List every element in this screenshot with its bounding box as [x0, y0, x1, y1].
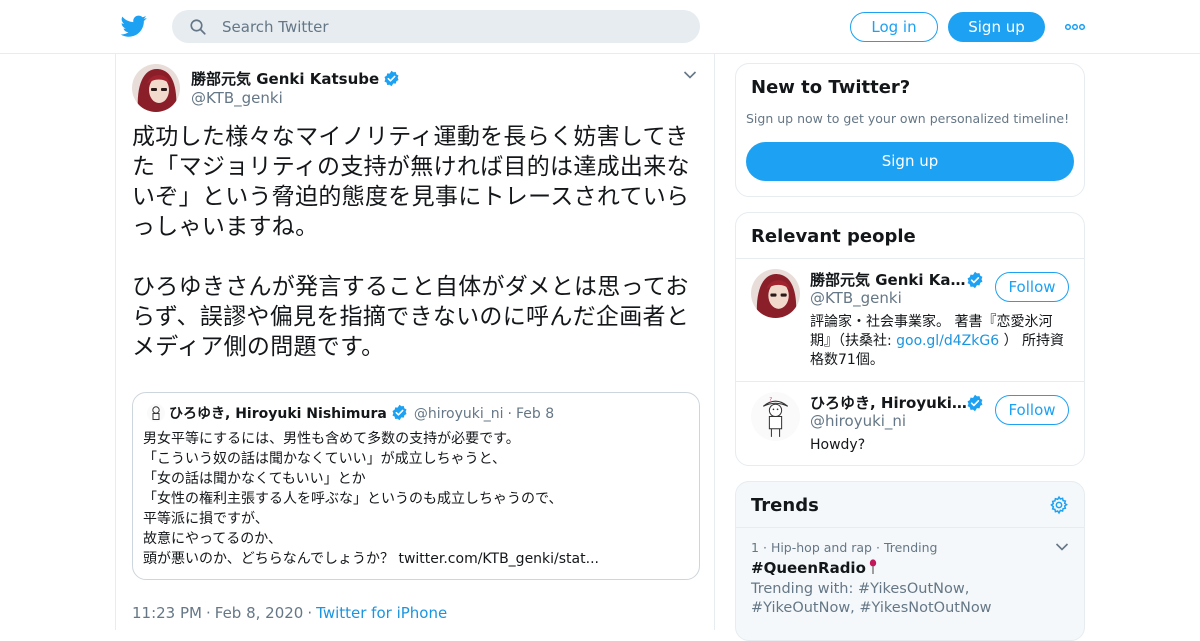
trend-hashtag[interactable]: #QueenRadio [751, 559, 866, 577]
tweet-time[interactable]: 11:23 PM [132, 604, 202, 622]
quoted-avatar [147, 404, 165, 422]
verified-badge-icon [967, 394, 983, 412]
separator-dot: · [507, 406, 512, 422]
author-name-text[interactable]: 勝部元気 Genki Katsube [191, 70, 379, 88]
person-bio: 評論家・社会事業家。 著書『恋愛氷河期』（扶桑社: goo.gl/d4ZkG6 … [810, 313, 1070, 370]
quoted-author-handle: @hiroyuki_ni [413, 406, 504, 422]
avatar[interactable]: ? [751, 392, 800, 441]
microphone-icon [869, 559, 877, 574]
tweet-author-handle[interactable]: @KTB_genki [191, 89, 283, 107]
follow-button[interactable]: Follow [995, 272, 1069, 302]
trend-meta: 1 · Hip-hop and rap · Trending [751, 540, 938, 555]
quoted-tweet-header: ひろゆき, Hiroyuki Nishimura @hiroyuki_ni · Fe… [147, 403, 554, 423]
bio-link[interactable]: goo.gl/d4ZkG6 [896, 333, 999, 349]
verified-badge-icon [392, 404, 407, 421]
verified-badge-icon [384, 70, 399, 87]
quoted-tweet[interactable]: ひろゆき, Hiroyuki Nishimura @hiroyuki_ni · Fe… [132, 392, 700, 580]
separator-dot: · [307, 604, 313, 622]
avatar[interactable] [751, 269, 800, 318]
trend-rank: 1 [751, 540, 759, 555]
trend-status: Trending [883, 540, 938, 555]
chevron-down-icon[interactable] [1055, 542, 1069, 552]
search-icon [190, 19, 206, 35]
tweet-text: 成功した様々なマイノリティ運動を長らく妨害してきた「マジョリティの支持が無ければ… [132, 124, 690, 360]
person-bio: Howdy? [810, 437, 866, 453]
tweet-date[interactable]: Feb 8, 2020 [215, 604, 304, 622]
trend-category: Hip-hop and rap [770, 540, 872, 555]
trend-trending-with: Trending with: #YikesOutNow, #YikeOutNow… [751, 581, 992, 616]
svg-text:?: ? [769, 397, 772, 403]
tweet-source-link[interactable]: Twitter for iPhone [316, 604, 447, 622]
person-handle[interactable]: @KTB_genki [810, 289, 902, 307]
new-to-twitter-title: New to Twitter? [751, 77, 911, 98]
author-avatar-image [132, 64, 180, 112]
relevant-people-card: Relevant people 勝部元気 Genki Katsube @KTB_… [735, 212, 1085, 466]
gear-icon[interactable] [1049, 495, 1069, 515]
tweet-detail: 勝部元気 Genki Katsube @KTB_genki 成功した様々なマイノ… [115, 54, 715, 630]
signup-button[interactable]: Sign up [948, 12, 1045, 42]
verified-badge-icon [967, 271, 983, 289]
trends-title: Trends [751, 495, 819, 516]
search-input[interactable] [222, 10, 682, 43]
person-name[interactable]: 勝部元気 Genki Katsube [810, 269, 968, 290]
separator-dot: · [205, 604, 211, 622]
quoted-date: Feb 8 [515, 406, 555, 422]
separator-dot: · [762, 540, 767, 555]
relevant-person-item[interactable]: ? ひろゆき, Hiroyuki Nishimura @hiroyuki_ni … [736, 381, 1084, 465]
follow-button[interactable]: Follow [995, 395, 1069, 425]
quoted-tweet-text: 男女平等にするには、男性も含めて多数の支持が必要です。 「こういう奴の話は聞かな… [143, 431, 599, 567]
trend-item[interactable]: 1 · Hip-hop and rap · Trending #QueenRadio T… [736, 528, 1084, 628]
relevant-people-title: Relevant people [751, 226, 916, 247]
avatar[interactable] [132, 64, 180, 112]
new-to-twitter-card: New to Twitter? Sign up now to get your … [735, 63, 1085, 197]
person-name[interactable]: ひろゆき, Hiroyuki Nishimura [810, 392, 968, 413]
person-handle[interactable]: @hiroyuki_ni [810, 412, 906, 430]
sidebar-signup-button[interactable]: Sign up [746, 142, 1074, 181]
tweet-author-name[interactable]: 勝部元気 Genki Katsube [191, 68, 400, 89]
search-box[interactable] [172, 10, 700, 43]
login-button[interactable]: Log in [850, 12, 938, 42]
top-nav-bar: Log in Sign up [0, 0, 1200, 54]
twitter-bird-icon[interactable] [120, 13, 148, 39]
quoted-author-name: ひろゆき, Hiroyuki Nishimura [169, 406, 387, 422]
trends-card: Trends 1 · Hip-hop and rap · Trending #Queen… [735, 481, 1085, 641]
chevron-down-icon[interactable] [683, 70, 697, 80]
trend-name[interactable]: #QueenRadio [751, 559, 878, 577]
tweet-timestamp: 11:23 PM · Feb 8, 2020 · Twitter for iPhone [132, 604, 447, 622]
relevant-person-item[interactable]: 勝部元気 Genki Katsube @KTB_genki Follow 評論家… [736, 259, 1084, 381]
new-to-twitter-subtitle: Sign up now to get your own personalized… [746, 111, 1070, 126]
more-options-icon[interactable] [1065, 24, 1085, 30]
separator-dot: · [875, 540, 880, 555]
